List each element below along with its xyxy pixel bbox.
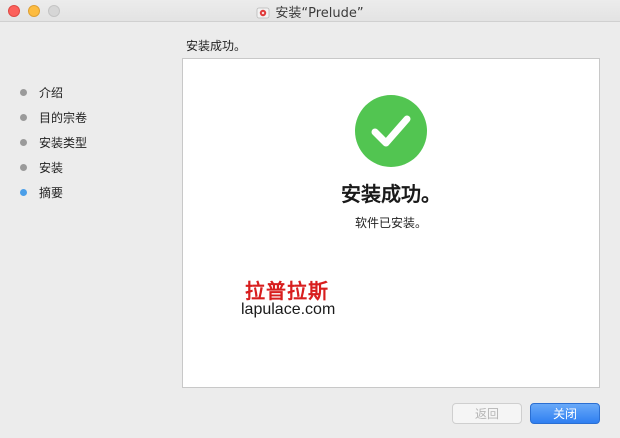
step-item-install: 安装 [20,155,87,180]
step-item-install-type: 安装类型 [20,130,87,155]
step-bullet-icon [20,164,27,171]
window-title: 安装“Prelude” [275,5,364,21]
title-bar: 安装“Prelude” [0,0,620,22]
success-subtitle: 软件已安装。 [354,216,427,230]
step-list: 介绍 目的宗卷 安装类型 安装 摘要 [20,80,87,205]
step-label: 摘要 [39,186,64,200]
step-bullet-icon [20,139,27,146]
step-item-intro: 介绍 [20,80,87,105]
step-label: 安装类型 [39,136,88,150]
back-button[interactable]: 返回 [452,403,522,424]
success-title: 安装成功。 [341,182,441,206]
checkmark-icon [355,95,427,167]
step-item-summary: 摘要 [20,180,87,205]
step-label: 安装 [39,161,64,175]
window-title-group: 安装“Prelude” [0,0,620,22]
watermark-chinese-text: 拉普拉斯 [245,279,329,303]
close-button[interactable]: 关闭 [530,403,600,424]
watermark-url-text: lapulace.com [241,301,336,318]
installer-package-icon [256,4,270,19]
step-label: 目的宗卷 [39,111,88,125]
step-item-destination: 目的宗卷 [20,105,87,130]
content-panel: 安装成功。 软件已安装。 拉普拉斯 lapulace.com [182,58,600,388]
installer-window: 安装“Prelude” 安装成功。 介绍 目的宗卷 安装类型 安装 摘要 安装成… [0,0,620,438]
page-heading: 安装成功。 [186,39,247,53]
step-bullet-icon [20,114,27,121]
step-bullet-active-icon [20,189,27,196]
step-label: 介绍 [39,86,64,100]
step-bullet-icon [20,89,27,96]
